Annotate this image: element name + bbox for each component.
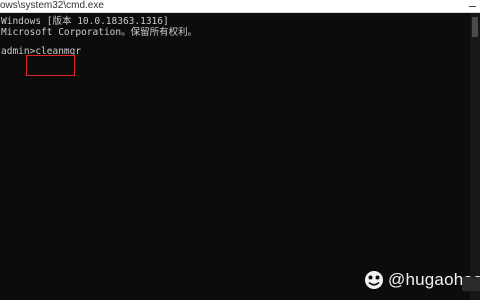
console-line-copyright: Microsoft Corporation。保留所有权利。 (1, 27, 198, 38)
command-highlight-box (26, 55, 75, 76)
window-title: ows\system32\cmd.exe (0, 0, 104, 11)
duitang-logo-icon (365, 271, 383, 289)
minimize-button[interactable] (464, 0, 480, 12)
vertical-scrollbar[interactable] (470, 13, 480, 300)
window-controls (464, 0, 480, 12)
cmd-window: ows\system32\cmd.exe Windows [版本 10.0.18… (0, 0, 480, 300)
minimize-icon (468, 5, 476, 7)
console-output[interactable]: Windows [版本 10.0.18363.1316] Microsoft C… (0, 13, 470, 300)
title-bar[interactable]: ows\system32\cmd.exe (0, 0, 480, 13)
scrollbar-thumb[interactable] (472, 17, 478, 37)
corner-badge (462, 277, 480, 291)
